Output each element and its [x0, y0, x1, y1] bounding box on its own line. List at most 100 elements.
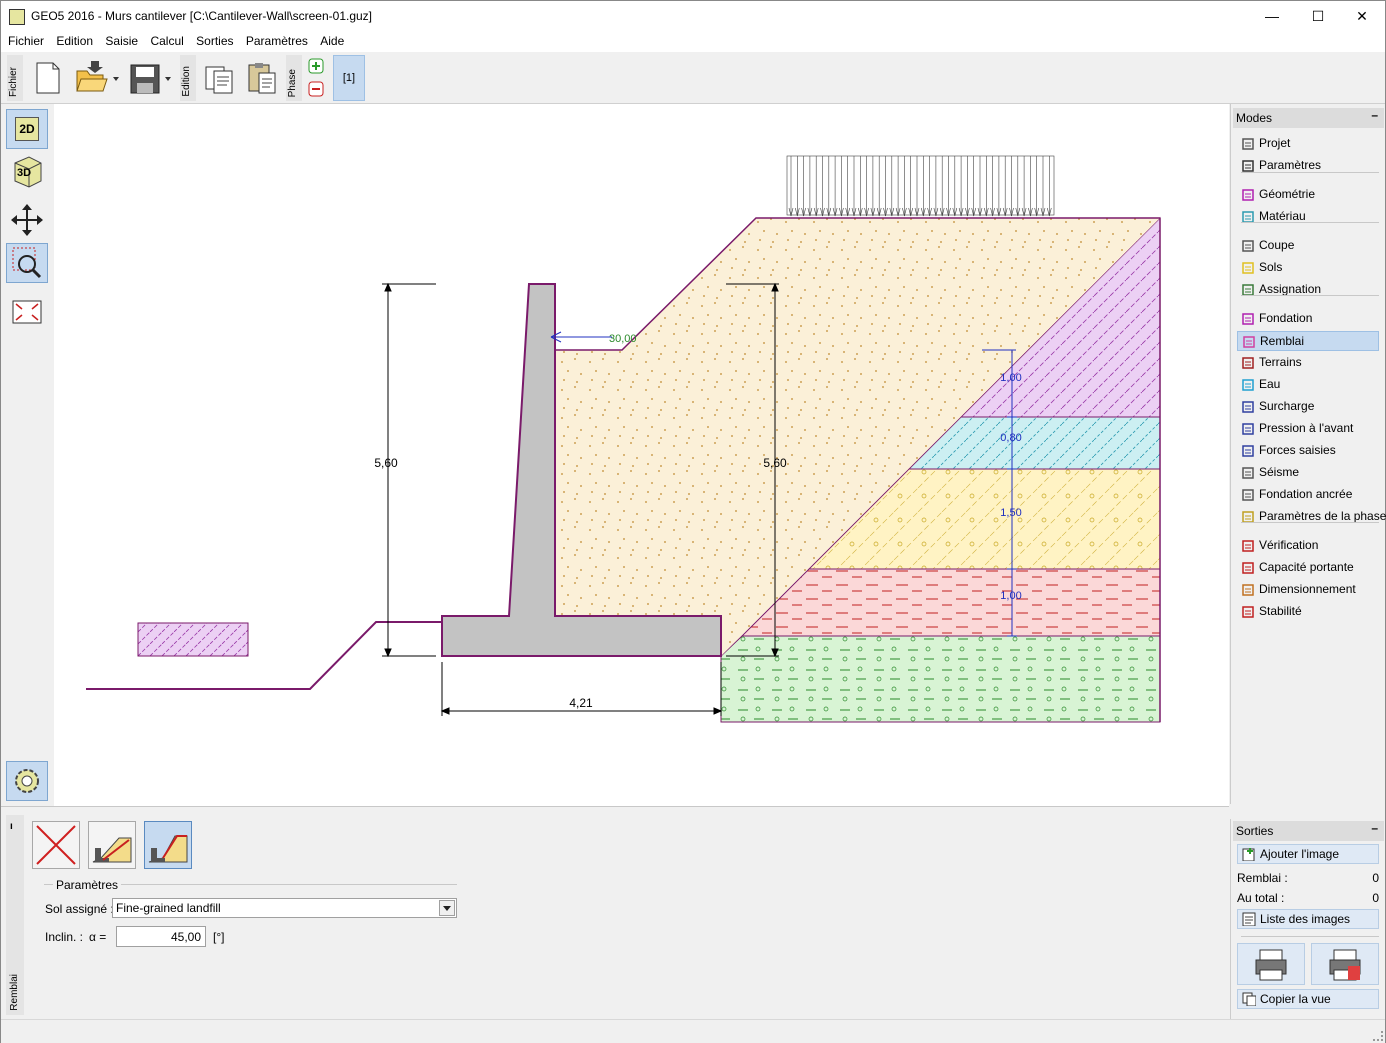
chevron-down-icon: [443, 906, 451, 911]
maximize-button[interactable]: ☐: [1295, 1, 1341, 32]
modes-panel: Modes – Projet Paramètres Géométrie Matériau…: [1230, 104, 1386, 804]
mode-item-foundation[interactable]: Fondation: [1237, 309, 1379, 329]
drawing-canvas[interactable]: 5,60 5,60 4,21 30,00 1,00 0,80 1,50 1,00: [54, 104, 1229, 806]
outputs-panel: Sorties – Ajouter l'image Remblai : 0 Au …: [1230, 819, 1385, 1019]
bearing-capacity-icon: [1242, 562, 1254, 574]
left-toolbar: 2D 3D: [1, 104, 54, 806]
backfill-slope-icon: [148, 835, 188, 863]
paste-data-button[interactable]: [243, 57, 283, 97]
backfill-type-1-button[interactable]: [88, 821, 136, 869]
toolbar-group-edition: Edition: [180, 55, 196, 101]
mode-item-soils[interactable]: Sols: [1237, 258, 1379, 278]
mode-item-backfill[interactable]: Remblai: [1237, 331, 1379, 351]
sol-assigne-label: Sol assigné :: [45, 902, 114, 916]
mode-item-water[interactable]: Eau: [1237, 375, 1379, 395]
mode-item-profile[interactable]: Coupe: [1237, 236, 1379, 256]
resize-grip[interactable]: [1373, 1031, 1383, 1041]
mode-item-label: Eau: [1259, 377, 1281, 391]
mode-item-geometry[interactable]: Géométrie: [1237, 185, 1379, 205]
new-file-button[interactable]: [29, 57, 69, 97]
minimize-button[interactable]: —: [1249, 1, 1295, 32]
mode-item-phase-settings[interactable]: Paramètres de la phase: [1237, 507, 1386, 527]
menu-bar: Fichier Edition Saisie Calcul Sorties Pa…: [1, 32, 1385, 52]
front-pressure-icon: [1242, 423, 1254, 435]
collapse-outputs-button[interactable]: –: [1371, 821, 1378, 835]
mode-item-terrain[interactable]: Terrains: [1237, 353, 1379, 373]
mode-item-earthquake[interactable]: Séisme: [1237, 463, 1379, 483]
verification-icon: [1242, 540, 1254, 552]
panel-side-label: ı Remblai: [6, 815, 24, 1015]
plus-icon: [308, 58, 324, 74]
alpha-input[interactable]: [116, 926, 206, 947]
mode-item-label: Matériau: [1259, 209, 1306, 223]
phase-1-tab[interactable]: [1]: [333, 55, 365, 101]
open-file-button[interactable]: [71, 57, 119, 97]
menu-aide[interactable]: Aide: [313, 32, 344, 48]
status-bar: [1, 1019, 1385, 1043]
mode-item-stability[interactable]: Stabilité: [1237, 602, 1379, 622]
terrain-icon: [1242, 357, 1254, 369]
print-pdf-button[interactable]: [1311, 943, 1379, 985]
paste-icon: [248, 63, 276, 94]
view-2d-button[interactable]: 2D: [6, 109, 48, 149]
backfill-angle-arrow: [550, 331, 612, 343]
cross-icon: [36, 825, 76, 865]
copy-view-button[interactable]: Copier la vue: [1237, 989, 1379, 1009]
mode-item-bearing-capacity[interactable]: Capacité portante: [1237, 558, 1379, 578]
mode-item-forces[interactable]: Forces saisies: [1237, 441, 1379, 461]
mode-item-label: Séisme: [1259, 465, 1300, 479]
alpha-unit: [°]: [213, 930, 225, 944]
printer-icon: [1255, 949, 1287, 981]
menu-edition[interactable]: Edition: [49, 32, 93, 48]
dropdown-arrow-button[interactable]: [439, 900, 455, 916]
menu-calcul[interactable]: Calcul: [143, 32, 183, 48]
mode-item-dimensioning[interactable]: Dimensionnement: [1237, 580, 1379, 600]
pan-tool-button[interactable]: [6, 200, 48, 240]
zoom-tool-button[interactable]: [6, 243, 48, 283]
app-icon: [9, 9, 25, 25]
menu-fichier[interactable]: Fichier: [1, 32, 44, 48]
mode-separator: [1241, 172, 1379, 173]
collapse-modes-button[interactable]: –: [1371, 108, 1378, 122]
fit-view-button[interactable]: [6, 292, 48, 332]
save-file-button[interactable]: [127, 57, 171, 97]
mode-item-anchored-foundation[interactable]: Fondation ancrée: [1237, 485, 1379, 505]
copy-view-icon: [1242, 992, 1256, 1006]
main-toolbar: Fichier Edition Phase [1]: [1, 52, 1385, 104]
menu-sorties[interactable]: Sorties: [189, 32, 233, 48]
mode-item-front-pressure[interactable]: Pression à l'avant: [1237, 419, 1379, 439]
outputs-separator: [1241, 936, 1379, 937]
mode-item-assign[interactable]: Assignation: [1237, 280, 1379, 300]
mode-item-settings[interactable]: Paramètres: [1237, 156, 1379, 176]
mode-item-label: Surcharge: [1259, 399, 1315, 413]
sol-assigne-select[interactable]: Fine-grained landfill: [112, 898, 457, 918]
mode-item-material[interactable]: Matériau: [1237, 207, 1379, 227]
view-3d-button[interactable]: 3D: [6, 152, 48, 192]
save-icon: [130, 64, 171, 94]
remblai-count-label: Remblai :: [1237, 871, 1288, 885]
surcharge-frame: [786, 155, 1055, 216]
backfill-type-2-button[interactable]: [144, 821, 192, 869]
menu-saisie[interactable]: Saisie: [98, 32, 138, 48]
drawing-settings-button[interactable]: [6, 761, 48, 801]
mode-item-verification[interactable]: Vérification: [1237, 536, 1379, 556]
surcharge-load: [786, 155, 1055, 217]
remove-phase-button[interactable]: [308, 81, 324, 97]
profile-icon: [1242, 240, 1254, 252]
mode-item-surcharge[interactable]: Surcharge: [1237, 397, 1379, 417]
menu-parametres[interactable]: Paramètres: [239, 32, 308, 48]
add-phase-button[interactable]: [308, 58, 324, 74]
anchored-foundation-icon: [1242, 489, 1254, 501]
add-image-button[interactable]: Ajouter l'image: [1237, 844, 1379, 864]
project-icon: [1242, 138, 1254, 150]
toolbar-group-fichier: Fichier: [7, 55, 23, 101]
mode-item-project[interactable]: Projet: [1237, 134, 1379, 154]
close-button[interactable]: ✕: [1339, 1, 1385, 32]
dimension-wall-height: [382, 282, 436, 658]
print-button[interactable]: [1237, 943, 1305, 985]
no-backfill-button[interactable]: [32, 821, 80, 869]
copy-data-button[interactable]: [201, 57, 241, 97]
mode-item-label: Paramètres de la phase: [1259, 509, 1386, 523]
image-list-button[interactable]: Liste des images: [1237, 909, 1379, 929]
foundation-icon: [1242, 313, 1254, 325]
